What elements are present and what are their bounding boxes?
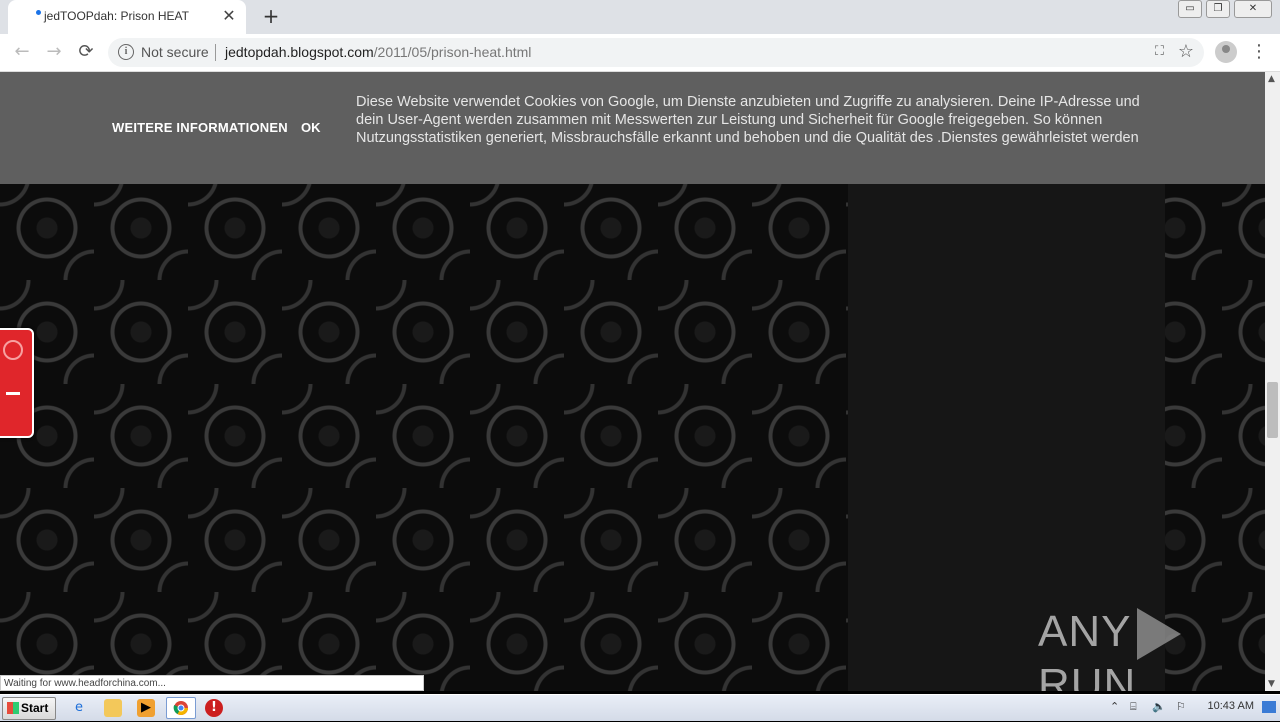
windows-logo-icon xyxy=(7,702,19,714)
tab-strip: jedTOOPdah: Prison HEAT ✕ + ▭ ❐ ✕ xyxy=(0,0,1280,34)
browser-toolbar: ← → ⟳ i Not secure jedtopdah.blogspot.co… xyxy=(0,34,1280,72)
internet-explorer-icon[interactable]: e xyxy=(70,699,88,717)
browser-tab[interactable]: jedTOOPdah: Prison HEAT ✕ xyxy=(8,0,246,34)
browser-menu-icon[interactable]: ⋮ xyxy=(1250,40,1268,64)
tab-close-icon[interactable]: ✕ xyxy=(220,7,238,25)
floating-share-widget[interactable] xyxy=(0,328,34,438)
address-bar[interactable]: i Not secure jedtopdah.blogspot.com/2011… xyxy=(108,38,1204,67)
new-tab-button[interactable]: + xyxy=(260,5,282,27)
anyrun-watermark: ANY RUN xyxy=(1038,607,1265,691)
windows-taskbar: Start e ▶ ! ⌃ ⌸ 🔈 ⚐ 10:43 AM xyxy=(0,694,1280,721)
page-viewport: WEITERE INFORMATIONEN OK Diese Website v… xyxy=(0,72,1265,691)
tab-title: jedTOOPdah: Prison HEAT xyxy=(44,9,189,23)
scroll-down-icon[interactable]: ▼ xyxy=(1268,679,1275,689)
restore-button[interactable]: ❐ xyxy=(1206,0,1230,18)
media-player-icon[interactable]: ▶ xyxy=(137,699,155,717)
translate-icon[interactable]: ⛶ xyxy=(1155,44,1164,59)
scroll-thumb[interactable] xyxy=(1267,382,1278,438)
security-label[interactable]: Not secure xyxy=(141,44,209,60)
file-explorer-icon[interactable] xyxy=(104,699,122,717)
action-center-icon[interactable]: ⚐ xyxy=(1176,700,1186,713)
clock[interactable]: 10:43 AM xyxy=(1208,700,1254,712)
info-icon[interactable]: i xyxy=(118,44,134,60)
play-icon xyxy=(1137,608,1182,661)
forward-button[interactable]: → xyxy=(42,40,66,64)
opera-icon[interactable]: ! xyxy=(205,699,223,717)
url-path: /2011/05/prison-heat.html xyxy=(373,44,532,60)
watermark-left: ANY xyxy=(1038,607,1132,656)
window-close-button[interactable]: ✕ xyxy=(1234,0,1272,18)
more-info-link[interactable]: WEITERE INFORMATIONEN xyxy=(112,120,288,135)
system-tray: ⌃ ⌸ 🔈 ⚐ 10:43 AM xyxy=(1102,695,1280,721)
start-button[interactable]: Start xyxy=(2,697,56,720)
network-icon[interactable]: ⌸ xyxy=(1130,700,1137,714)
scroll-up-icon[interactable]: ▲ xyxy=(1268,74,1275,84)
window-controls: ▭ ❐ ✕ xyxy=(1178,0,1272,20)
start-label: Start xyxy=(21,701,49,715)
minimize-button[interactable]: ▭ xyxy=(1178,0,1202,18)
chrome-taskbar-icon[interactable] xyxy=(166,697,196,719)
widget-logo-icon xyxy=(3,340,23,360)
ok-button[interactable]: OK xyxy=(301,120,321,135)
volume-icon[interactable]: 🔈 xyxy=(1152,700,1166,713)
cookie-message: Diese Website verwendet Cookies von Goog… xyxy=(356,94,1140,146)
widget-bar-icon xyxy=(6,392,20,395)
bookmark-star-icon[interactable]: ☆ xyxy=(1178,41,1194,62)
reload-button[interactable]: ⟳ xyxy=(74,40,98,64)
status-bubble: Waiting for www.headforchina.com... xyxy=(0,675,424,691)
url-text[interactable]: jedtopdah.blogspot.com/2011/05/prison-he… xyxy=(225,44,531,60)
omnibox-divider xyxy=(215,44,216,61)
url-host: jedtopdah.blogspot.com xyxy=(225,44,374,60)
cookie-banner: WEITERE INFORMATIONEN OK Diese Website v… xyxy=(0,72,1265,184)
tray-expand-icon[interactable]: ⌃ xyxy=(1110,700,1119,713)
back-button[interactable]: ← xyxy=(10,40,34,64)
watermark-right: RUN xyxy=(1038,660,1137,691)
profile-avatar[interactable] xyxy=(1215,41,1237,63)
page-scrollbar[interactable]: ▲ ▼ xyxy=(1265,72,1280,691)
show-desktop-icon[interactable] xyxy=(1262,701,1276,713)
loading-icon xyxy=(36,10,41,15)
